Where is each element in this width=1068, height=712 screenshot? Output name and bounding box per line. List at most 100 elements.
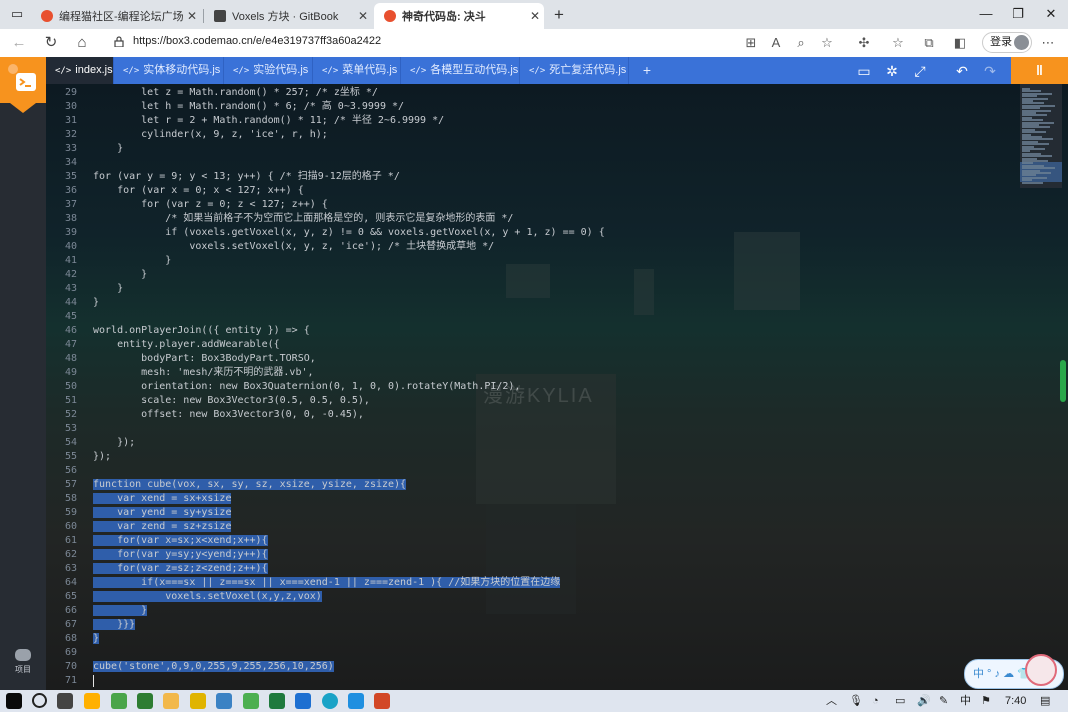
back-icon[interactable]: ← — [8, 32, 30, 54]
app-icon[interactable] — [348, 693, 364, 709]
code-line[interactable]: 43 } — [46, 282, 1006, 296]
code-minimap[interactable] — [1020, 84, 1062, 188]
editor-tab-index[interactable]: </> index.js — [46, 57, 114, 84]
browser-tab-2[interactable]: Voxels 方块 · GitBook ✕ — [204, 3, 372, 29]
powerpoint-icon[interactable] — [374, 693, 390, 709]
login-button[interactable]: 登录 — [982, 32, 1032, 53]
code-line[interactable]: 65 voxels.setVoxel(x,y,z,vox) — [46, 590, 1006, 604]
collections-icon[interactable]: ⧉ — [919, 33, 939, 53]
code-line[interactable]: 37 for (var z = 0; z < 127; z++) { — [46, 198, 1006, 212]
new-tab-button[interactable]: + — [549, 5, 569, 25]
code-line[interactable]: 42 } — [46, 268, 1006, 282]
code-line[interactable]: 34 — [46, 156, 1006, 170]
widgets-icon[interactable] — [84, 693, 100, 709]
code-line[interactable]: 52 offset: new Box3Vector3(0, 0, -0.45), — [46, 408, 1006, 422]
code-line[interactable]: 39 if (voxels.getVoxel(x, y, z) != 0 && … — [46, 226, 1006, 240]
code-line[interactable]: 49 mesh: 'mesh/来历不明的武器.vb', — [46, 366, 1006, 380]
code-line[interactable]: 33 } — [46, 142, 1006, 156]
ime-icon[interactable]: 中 — [960, 693, 971, 709]
code-line[interactable]: 66 } — [46, 604, 1006, 618]
code-line[interactable]: 57 function cube(vox, sx, sy, sz, xsize, … — [46, 478, 1006, 492]
mascot-widget[interactable]: 中 ° ♪ ☁ 👕 — [964, 654, 1064, 689]
code-line[interactable]: 68} — [46, 632, 1006, 646]
code-line[interactable]: 36 for (var x = 0; x < 127; x++) { — [46, 184, 1006, 198]
code-line[interactable]: 60 var zend = sz+zsize — [46, 520, 1006, 534]
code-line[interactable]: 55}); — [46, 450, 1006, 464]
search-icon[interactable] — [32, 693, 47, 708]
undo-icon[interactable]: ↶ — [951, 60, 973, 82]
code-line[interactable]: 62 for(var y=sy;y<yend;y++){ — [46, 548, 1006, 562]
notification-icon[interactable]: ▤ — [1040, 693, 1050, 709]
app-icon[interactable] — [190, 693, 206, 709]
restore-icon[interactable]: ❐ — [1004, 3, 1032, 25]
refresh-icon[interactable]: ↻ — [40, 32, 62, 54]
chevron-up-icon[interactable]: ︿ — [826, 693, 837, 709]
code-line[interactable]: 47 entity.player.addWearable({ — [46, 338, 1006, 352]
code-line[interactable]: 58 var xend = sx+xsize — [46, 492, 1006, 506]
excel-icon[interactable] — [269, 693, 285, 709]
code-line[interactable]: 50 orientation: new Box3Quaternion(0, 1,… — [46, 380, 1006, 394]
extensions-icon[interactable]: ✣ — [854, 33, 874, 53]
code-line[interactable]: 69 — [46, 646, 1006, 660]
code-line[interactable]: 48 bodyPart: Box3BodyPart.TORSO, — [46, 352, 1006, 366]
app-icon[interactable] — [295, 693, 311, 709]
code-line[interactable]: 63 for(var z=sz;z<zend;z++){ — [46, 562, 1006, 576]
antivirus-icon[interactable]: ⚑ — [981, 693, 991, 709]
debug-bug-icon[interactable]: ✲ — [881, 60, 903, 82]
close-tab-icon[interactable]: ✕ — [526, 9, 544, 23]
editor-tab-experiment[interactable]: </> 实验代码.js — [224, 57, 313, 84]
box3-logo-icon[interactable] — [0, 57, 46, 103]
close-tab-icon[interactable]: ✕ — [354, 9, 372, 23]
comment-icon[interactable]: ▭ — [853, 60, 875, 82]
code-line[interactable]: 54 }); — [46, 436, 1006, 450]
volume-icon[interactable]: 🔊 — [917, 693, 931, 709]
close-tab-icon[interactable]: ✕ — [183, 9, 201, 23]
code-line[interactable]: 64 if(x===sx || z===sx || x===xend-1 || … — [46, 576, 1006, 590]
editor-tab-model-interact[interactable]: </> 各模型互动代码.js — [401, 57, 520, 84]
store-icon[interactable] — [243, 693, 259, 709]
app-grid-icon[interactable]: ⊞ — [741, 33, 761, 53]
pause-button[interactable]: ‖ — [1011, 57, 1068, 84]
sidebar-toggle-icon[interactable]: ▭ — [6, 3, 28, 25]
project-button[interactable]: 项目 — [0, 649, 46, 675]
code-line[interactable]: 53 — [46, 422, 1006, 436]
scrollbar-thumb[interactable] — [1060, 360, 1066, 402]
code-line[interactable]: 56 — [46, 464, 1006, 478]
zoom-icon[interactable]: ⌕ — [791, 33, 811, 53]
code-line[interactable]: 71 — [46, 674, 1006, 688]
close-window-icon[interactable]: ✕ — [1037, 3, 1065, 25]
address-bar[interactable]: https://box3.codemao.cn/e/e4e319737ff3a6… — [133, 35, 381, 47]
editor-tab-menu[interactable]: </> 菜单代码.js — [313, 57, 401, 84]
editor-tab-entity-move[interactable]: </> 实体移动代码.js — [114, 57, 224, 84]
app-icon[interactable] — [216, 693, 232, 709]
favorite-star-icon[interactable]: ☆ — [817, 33, 837, 53]
browser-tab-3[interactable]: 神奇代码岛: 决斗 ✕ — [374, 3, 544, 29]
network-icon[interactable]: ◔ — [872, 693, 879, 709]
minimize-icon[interactable]: — — [972, 3, 1000, 25]
app-icon[interactable] — [111, 693, 127, 709]
code-line[interactable]: 46 world.onPlayerJoin(({ entity }) => { — [46, 324, 1006, 338]
code-line[interactable]: 30 let h = Math.random() * 6; /* 高 0~3.9… — [46, 100, 1006, 114]
editor-tab-respawn[interactable]: </> 死亡复活代码.js — [520, 57, 629, 84]
start-icon[interactable] — [6, 693, 22, 709]
code-line[interactable]: 29 let z = Math.random() * 257; /* z坐标 *… — [46, 86, 1006, 100]
code-line[interactable]: 67 }}} — [46, 618, 1006, 632]
code-line[interactable]: 41 } — [46, 254, 1006, 268]
code-line[interactable]: 32 cylinder(x, 9, z, 'ice', r, h); — [46, 128, 1006, 142]
add-file-button[interactable]: + — [636, 57, 658, 84]
browser-essentials-icon[interactable]: ◧ — [950, 33, 970, 53]
code-line[interactable]: 38 /* 如果当前格子不为空而它上面那格是空的, 则表示它是复杂地形的表面 *… — [46, 212, 1006, 226]
redo-icon[interactable]: ↷ — [979, 60, 1001, 82]
read-aloud-icon[interactable]: A — [766, 33, 786, 53]
more-menu-icon[interactable]: ⋯ — [1038, 33, 1058, 53]
battery-icon[interactable]: ▭ — [895, 693, 905, 709]
code-line[interactable]: 35 for (var y = 9; y < 13; y++) { /* 扫描9-… — [46, 170, 1006, 184]
code-line[interactable]: 70 cube('stone',0,9,0,255,9,255,256,10,25… — [46, 660, 1006, 674]
fullscreen-icon[interactable]: ⤢ — [909, 60, 931, 82]
browser-tab-1[interactable]: 编程猫社区-编程论坛广场-编程 ✕ — [31, 3, 201, 29]
code-line[interactable]: 51 scale: new Box3Vector3(0.5, 0.5, 0.5)… — [46, 394, 1006, 408]
app-icon[interactable] — [137, 693, 153, 709]
task-view-icon[interactable] — [57, 693, 73, 709]
clock[interactable]: 7:40 — [1005, 693, 1026, 709]
code-line[interactable]: 31 let r = 2 + Math.random() * 11; /* 半径… — [46, 114, 1006, 128]
